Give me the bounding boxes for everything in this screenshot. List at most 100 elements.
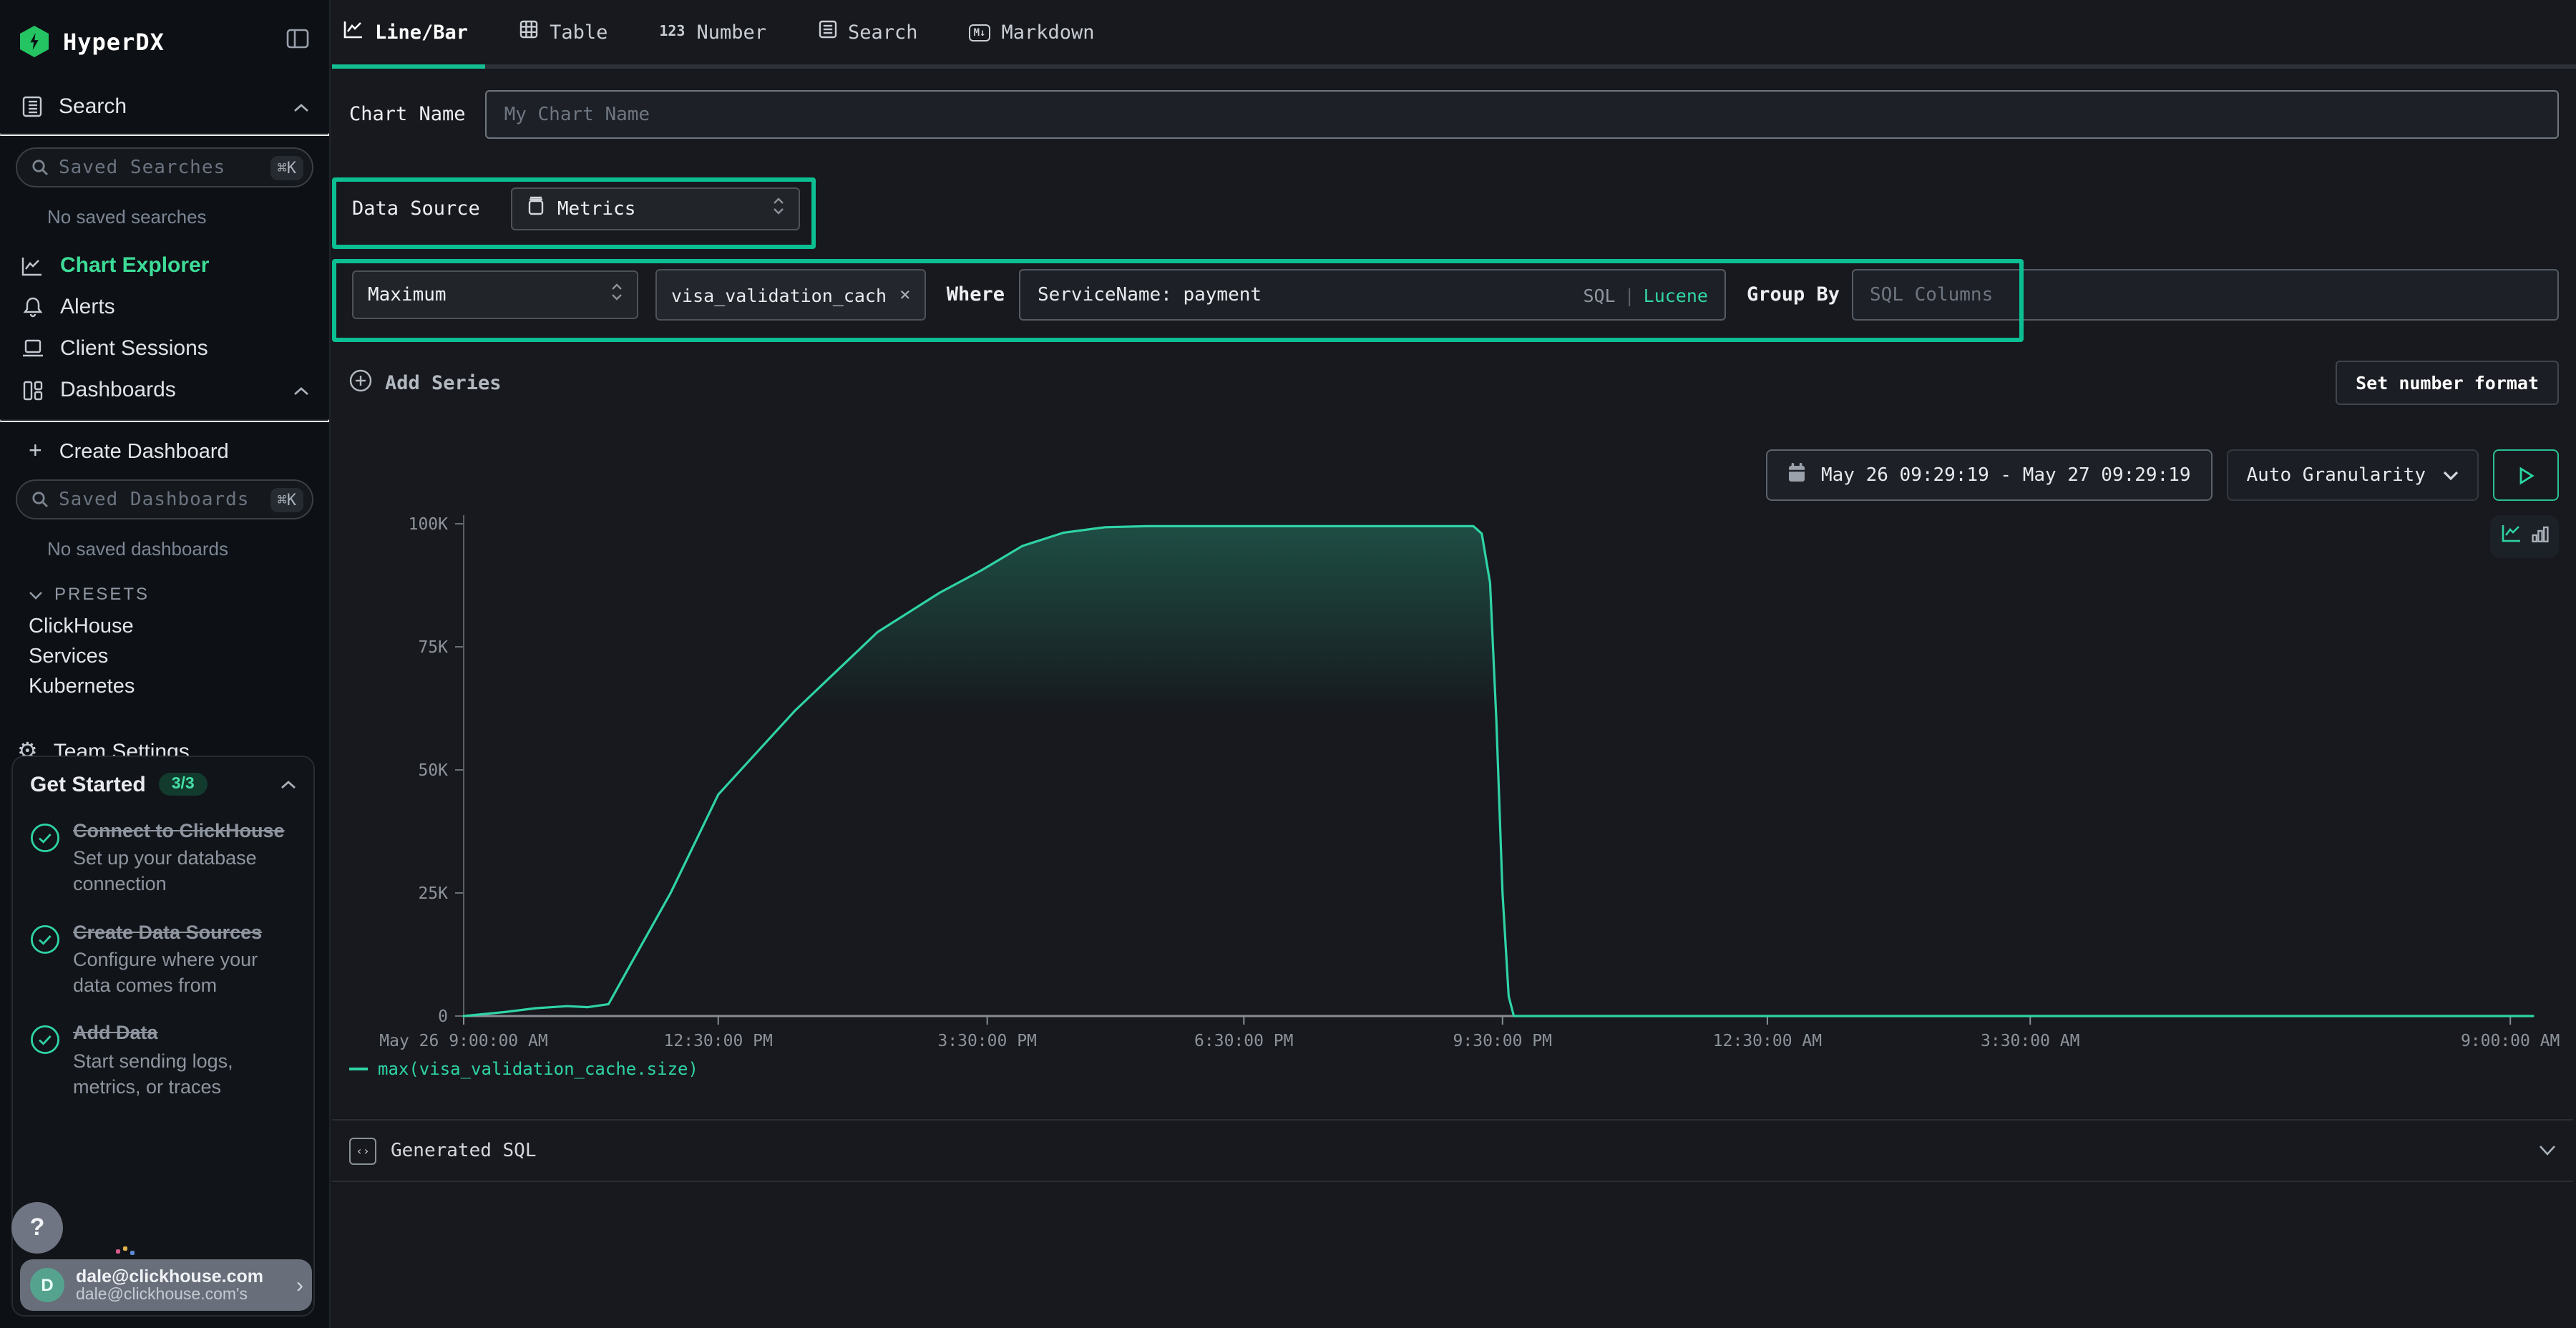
sidebar-item-team-settings[interactable]: ⚙ Team Settings xyxy=(0,697,329,764)
svg-text:3:30:00 AM: 3:30:00 AM xyxy=(1981,1032,2079,1050)
checklist-item-title: Create Data Sources xyxy=(73,919,296,945)
chevron-up-icon[interactable] xyxy=(280,771,296,797)
tab-line-bar[interactable]: Line/Bar xyxy=(343,0,468,64)
help-button[interactable]: ? xyxy=(11,1202,63,1254)
legend-label: max(visa_validation_cache.size) xyxy=(378,1059,698,1079)
timeseries-chart[interactable]: 025K50K75K100KMay 26 9:00:00 AM12:30:00 … xyxy=(332,504,2559,1059)
chart-name-row: Chart Name My Chart Name xyxy=(349,90,2559,139)
lucene-toggle[interactable]: Lucene xyxy=(1644,284,1708,306)
checklist-item-connect[interactable]: Connect to ClickHouse Set up your databa… xyxy=(30,819,296,898)
chart-controls: May 26 09:29:19 - May 27 09:29:19 Auto G… xyxy=(1767,449,2559,501)
add-series-button[interactable]: Add Series xyxy=(349,368,502,397)
chevron-down-icon xyxy=(29,584,43,604)
close-icon[interactable]: × xyxy=(899,284,911,306)
check-circle-icon xyxy=(30,1025,60,1100)
collapse-sidebar-icon[interactable] xyxy=(286,28,309,55)
create-dashboard-button[interactable]: + Create Dashboard xyxy=(0,422,329,468)
list-icon xyxy=(818,20,836,44)
svg-text:9:00:00 AM: 9:00:00 AM xyxy=(2461,1032,2560,1050)
tab-number[interactable]: 123 Number xyxy=(659,0,766,64)
sql-toggle[interactable]: SQL xyxy=(1583,284,1615,306)
set-number-format-button[interactable]: Set number format xyxy=(2336,361,2559,405)
logo-row: HyperDX xyxy=(0,0,329,57)
chevron-down-icon[interactable] xyxy=(2539,1138,2556,1163)
svg-text:0: 0 xyxy=(438,1007,448,1026)
group-by-placeholder: SQL Columns xyxy=(1870,284,1993,306)
sidebar-item-dashboards[interactable]: Dashboards xyxy=(0,369,329,411)
search-icon xyxy=(31,486,49,513)
table-icon xyxy=(519,20,538,44)
svg-text:100K: 100K xyxy=(409,515,449,534)
series-row: Maximum visa_validation_cach × Where Ser… xyxy=(352,269,2559,321)
saved-dashboards-input[interactable]: Saved Dashboards ⌘K xyxy=(16,479,313,519)
app-window: HyperDX Search Saved Searches ⌘K No save… xyxy=(0,0,2576,1328)
app-title: HyperDX xyxy=(63,28,286,55)
line-chart-icon xyxy=(20,255,44,275)
svg-text:75K: 75K xyxy=(418,638,448,657)
avatar: D xyxy=(30,1268,64,1302)
svg-text:25K: 25K xyxy=(418,884,448,903)
preset-clickhouse[interactable]: ClickHouse xyxy=(0,607,329,637)
user-menu[interactable]: D dale@clickhouse.com dale@clickhouse.co… xyxy=(20,1259,312,1311)
tab-label: Number xyxy=(696,21,766,44)
sidebar-item-alerts[interactable]: Alerts xyxy=(0,286,329,328)
data-source-label: Data Source xyxy=(352,197,480,220)
run-query-button[interactable] xyxy=(2493,449,2559,501)
confetti-emoji xyxy=(116,1246,136,1261)
preset-kubernetes[interactable]: Kubernetes xyxy=(0,667,329,697)
sidebar-item-label: Dashboards xyxy=(60,378,176,402)
saved-searches-input[interactable]: Saved Searches ⌘K xyxy=(16,147,313,187)
sidebar-item-label: Client Sessions xyxy=(60,336,208,361)
preset-services[interactable]: Services xyxy=(0,637,329,667)
granularity-select[interactable]: Auto Granularity xyxy=(2227,449,2479,501)
search-icon xyxy=(31,154,49,181)
data-source-select[interactable]: Metrics xyxy=(512,187,801,230)
data-source-value: Metrics xyxy=(557,198,636,220)
legend-swatch xyxy=(349,1068,368,1070)
query-language-toggle[interactable]: SQL|Lucene xyxy=(1583,284,1708,306)
checklist-item-title: Add Data xyxy=(73,1021,296,1047)
chevron-up-icon[interactable] xyxy=(293,94,309,119)
group-by-input[interactable]: SQL Columns xyxy=(1851,269,2559,321)
checklist-item-adddata[interactable]: Add Data Start sending logs, metrics, or… xyxy=(30,1021,296,1100)
metric-tag[interactable]: visa_validation_cach × xyxy=(655,269,927,321)
bell-icon xyxy=(20,296,44,318)
date-range-picker[interactable]: May 26 09:29:19 - May 27 09:29:19 xyxy=(1767,449,2212,501)
search-section-icon xyxy=(20,96,44,117)
select-chevrons-icon xyxy=(774,197,785,220)
svg-text:50K: 50K xyxy=(418,761,448,780)
generated-sql-section[interactable]: ‹› Generated SQL xyxy=(332,1119,2573,1182)
user-email: dale@clickhouse.com xyxy=(76,1266,285,1286)
laptop-icon xyxy=(20,339,44,358)
svg-text:9:30:00 PM: 9:30:00 PM xyxy=(1453,1032,1552,1050)
aggregation-value: Maximum xyxy=(368,284,447,306)
plus-circle-icon xyxy=(349,368,372,397)
where-label: Where xyxy=(947,283,1005,306)
tab-markdown[interactable]: M↓ Markdown xyxy=(970,0,1095,64)
sidebar-section-search[interactable]: Search xyxy=(0,57,329,133)
no-saved-searches-text: No saved searches xyxy=(0,187,329,233)
where-input[interactable]: ServiceName: payment SQL|Lucene xyxy=(1019,269,1727,321)
user-team: dale@clickhouse.com's xyxy=(76,1286,285,1304)
presets-header[interactable]: PRESETS xyxy=(0,565,329,607)
tab-label: Markdown xyxy=(1001,21,1094,44)
aggregation-select[interactable]: Maximum xyxy=(352,270,638,319)
checklist-item-title: Connect to ClickHouse xyxy=(73,819,296,844)
sidebar-item-chart-explorer[interactable]: Chart Explorer xyxy=(0,245,329,286)
calendar-icon xyxy=(1788,462,1807,488)
svg-text:3:30:00 PM: 3:30:00 PM xyxy=(937,1032,1036,1050)
chart-panel: May 26 09:29:19 - May 27 09:29:19 Auto G… xyxy=(329,438,2576,1328)
shortcut-badge: ⌘K xyxy=(270,155,304,180)
sidebar-item-client-sessions[interactable]: Client Sessions xyxy=(0,328,329,369)
checklist-item-datasources[interactable]: Create Data Sources Configure where your… xyxy=(30,919,296,999)
tab-search[interactable]: Search xyxy=(818,0,918,64)
chevron-right-icon: › xyxy=(296,1273,303,1297)
chart-name-input[interactable]: My Chart Name xyxy=(486,90,2559,139)
chevron-up-icon[interactable] xyxy=(293,378,309,402)
tab-table[interactable]: Table xyxy=(519,0,608,64)
markdown-icon: M↓ xyxy=(970,24,990,41)
svg-text:12:30:00 PM: 12:30:00 PM xyxy=(664,1032,773,1050)
hyperdx-logo-icon xyxy=(20,26,49,57)
data-source-row: Data Source Metrics xyxy=(352,187,801,230)
tab-label: Line/Bar xyxy=(375,21,468,44)
